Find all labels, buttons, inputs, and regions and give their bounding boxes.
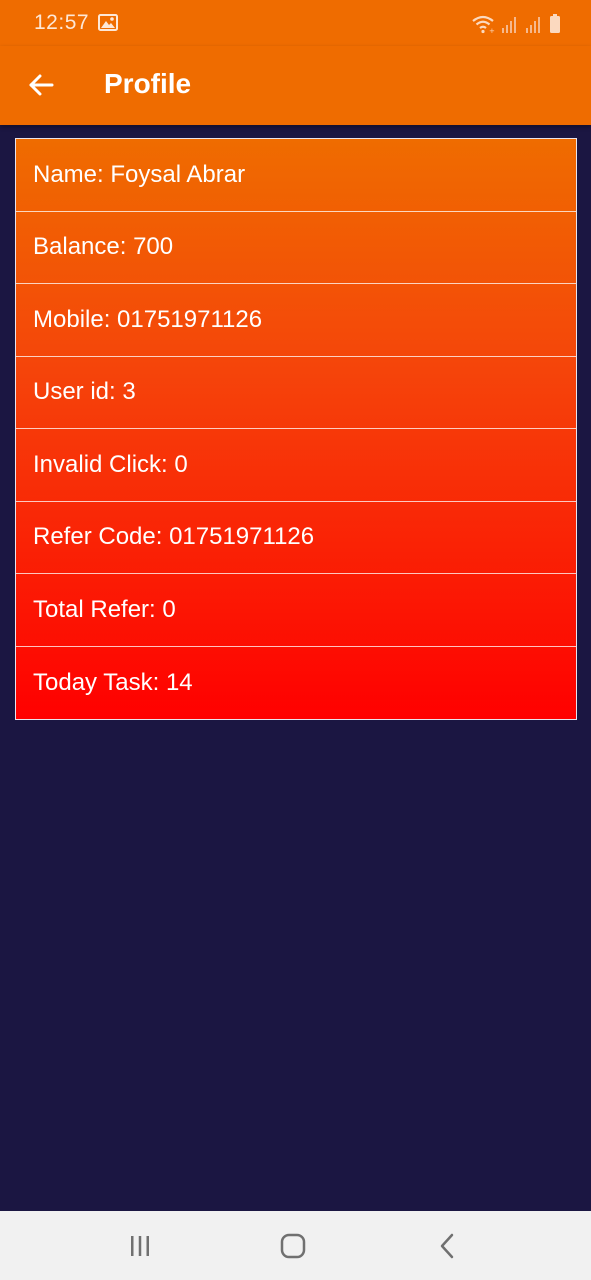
- profile-row-label: User id: 3: [33, 378, 136, 406]
- status-bar: 12:57 +: [0, 0, 591, 46]
- profile-row-label: Total Refer: 0: [33, 595, 176, 623]
- profile-row-label: Refer Code: 01751971126: [33, 523, 315, 551]
- signal-icon: [502, 17, 516, 33]
- system-nav-bar: [0, 1211, 591, 1280]
- back-button[interactable]: [22, 66, 60, 104]
- home-button[interactable]: [275, 1228, 311, 1264]
- page-title: Profile: [104, 68, 192, 99]
- profile-card: Name: Foysal Abrar Balance: 700 Mobile: …: [15, 138, 577, 720]
- gallery-icon: [98, 14, 118, 31]
- battery-icon: [550, 14, 560, 33]
- profile-row-balance: Balance: 700: [16, 212, 576, 284]
- profile-row-label: Mobile: 01751971126: [33, 305, 263, 333]
- arrow-back-icon: [29, 74, 54, 96]
- recents-icon: [131, 1236, 149, 1256]
- wifi-icon: +: [472, 15, 495, 34]
- nav-back-button[interactable]: [430, 1228, 466, 1264]
- profile-row-name: Name: Foysal Abrar: [16, 139, 576, 212]
- profile-row-label: Today Task: 14: [33, 668, 193, 696]
- app-bar: Profile: [0, 46, 591, 125]
- profile-row-invalid-click: Invalid Click: 0: [16, 429, 576, 502]
- profile-row-user-id: User id: 3: [16, 357, 576, 429]
- profile-row-refer-code: Refer Code: 01751971126: [16, 502, 576, 574]
- profile-row-mobile: Mobile: 01751971126: [16, 284, 576, 357]
- recents-button[interactable]: [122, 1228, 158, 1264]
- profile-row-label: Invalid Click: 0: [33, 450, 188, 478]
- status-time: 12:57: [34, 11, 90, 34]
- home-icon: [280, 1233, 306, 1259]
- profile-row-today-task: Today Task: 14: [16, 647, 576, 720]
- profile-row-label: Balance: 700: [33, 233, 174, 261]
- profile-row-total-refer: Total Refer: 0: [16, 574, 576, 647]
- status-icons: +: [471, 12, 561, 34]
- profile-row-label: Name: Foysal Abrar: [33, 160, 246, 188]
- signal-icon: [526, 17, 540, 33]
- back-icon: [440, 1233, 454, 1259]
- svg-text:+: +: [489, 27, 495, 34]
